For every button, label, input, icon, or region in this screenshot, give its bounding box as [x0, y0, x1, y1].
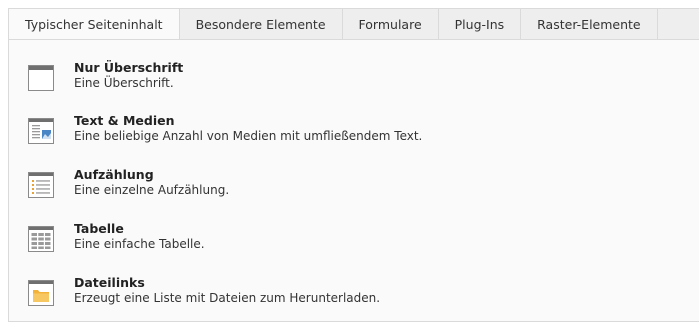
- bullet-list-icon: [28, 172, 54, 198]
- item-description: Eine einzelne Aufzählung.: [74, 183, 230, 197]
- file-links-icon: [28, 280, 54, 306]
- tab-plug-ins[interactable]: Plug-Ins: [438, 8, 522, 40]
- content-element-table[interactable]: Tabelle Eine einfache Tabelle.: [25, 221, 665, 255]
- tab-bar-filler: [657, 8, 699, 40]
- content-element-header[interactable]: Nur Überschrift Eine Überschrift.: [25, 60, 665, 94]
- tab-bar: Typischer Seiteninhalt Besondere Element…: [8, 8, 699, 40]
- item-title: Aufzählung: [74, 167, 154, 182]
- item-title: Text & Medien: [74, 113, 175, 128]
- item-description: Eine beliebige Anzahl von Medien mit umf…: [74, 129, 423, 143]
- text-media-icon: [28, 118, 54, 144]
- header-icon: [28, 65, 54, 91]
- item-description: Erzeugt eine Liste mit Dateien zum Herun…: [74, 291, 381, 305]
- content-element-wizard: Typischer Seiteninhalt Besondere Element…: [0, 0, 699, 322]
- content-element-bullets[interactable]: Aufzählung Eine einzelne Aufzählung.: [25, 167, 665, 201]
- tab-besondere-elemente[interactable]: Besondere Elemente: [179, 8, 343, 40]
- content-element-file-links[interactable]: Dateilinks Erzeugt eine Liste mit Dateie…: [25, 275, 665, 309]
- item-description: Eine einfache Tabelle.: [74, 237, 205, 251]
- tab-raster-elemente[interactable]: Raster-Elemente: [521, 8, 658, 40]
- table-icon: [28, 226, 54, 252]
- item-title: Nur Überschrift: [74, 60, 184, 75]
- item-title: Dateilinks: [74, 275, 145, 290]
- item-title: Tabelle: [74, 221, 124, 236]
- tab-typischer-seiteninhalt[interactable]: Typischer Seiteninhalt: [8, 8, 180, 40]
- content-element-text-media[interactable]: Text & Medien Eine beliebige Anzahl von …: [25, 113, 665, 147]
- item-description: Eine Überschrift.: [74, 76, 174, 90]
- tab-formulare[interactable]: Formulare: [342, 8, 439, 40]
- tab-panel: Nur Überschrift Eine Überschrift. Text &…: [8, 39, 699, 322]
